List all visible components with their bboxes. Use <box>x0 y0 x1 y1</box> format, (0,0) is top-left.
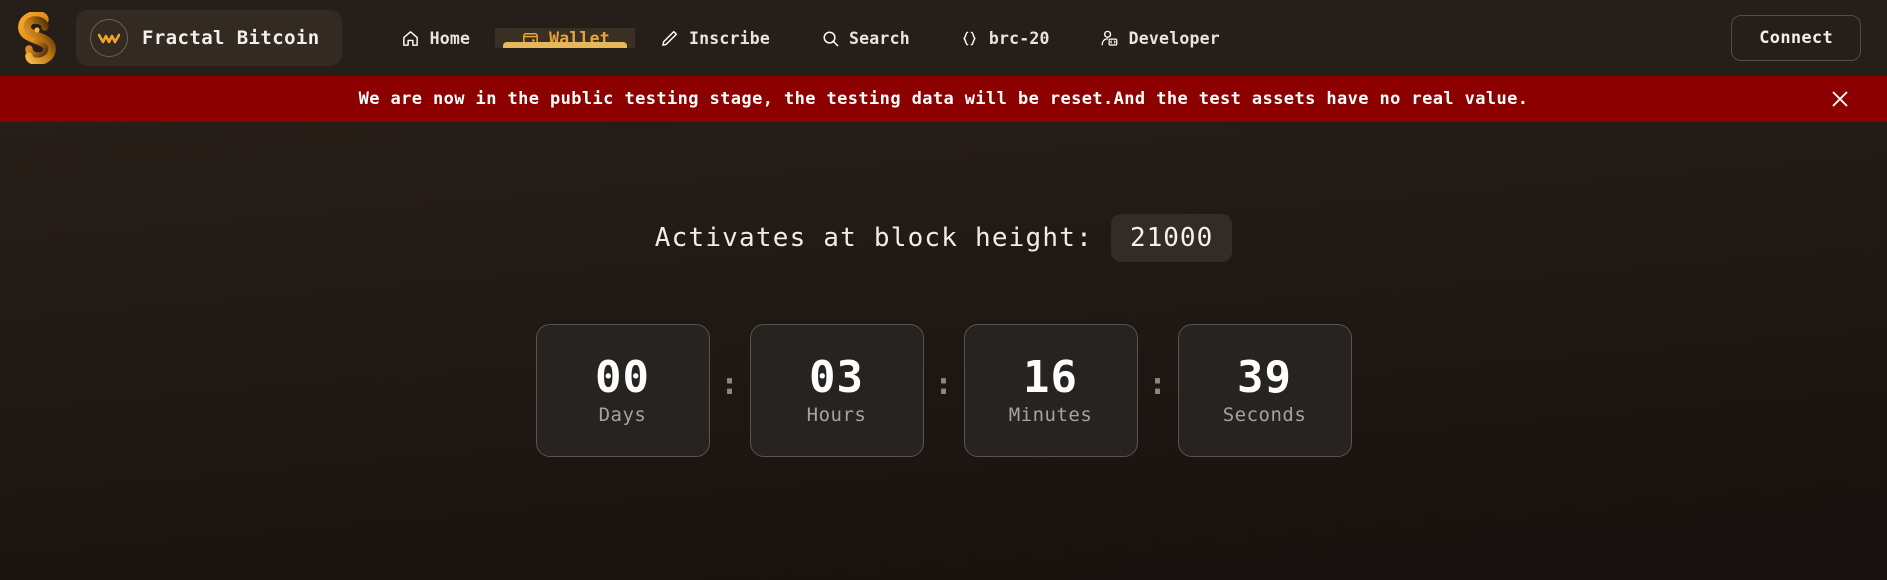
fractal-coin-icon <box>90 19 128 57</box>
countdown-separator: : <box>720 366 739 402</box>
countdown-unit-minutes: 16 Minutes <box>963 324 1138 457</box>
wallet-icon <box>520 28 540 48</box>
nav-item-brc20[interactable]: brc-20 <box>935 28 1075 48</box>
countdown-unit-days: 00 Days <box>535 324 710 457</box>
countdown-seconds-value: 39 <box>1237 351 1292 403</box>
developer-icon <box>1100 28 1120 48</box>
nav-item-search-label: Search <box>849 28 910 48</box>
activation-label: Activates at block height: <box>654 223 1093 253</box>
nav-item-inscribe[interactable]: Inscribe <box>635 28 795 48</box>
countdown-days-label: Days <box>598 403 647 426</box>
brand-chip[interactable]: Fractal Bitcoin <box>76 10 342 66</box>
app-root: Fractal Bitcoin Home Wallet Inscribe Sea… <box>0 0 1887 580</box>
countdown-separator: : <box>934 366 953 402</box>
nav-item-inscribe-label: Inscribe <box>688 28 771 48</box>
connect-wallet-button[interactable]: Connect <box>1731 15 1861 61</box>
nav-item-search[interactable]: Search <box>795 28 935 48</box>
top-navigation-bar: Fractal Bitcoin Home Wallet Inscribe Sea… <box>0 0 1887 76</box>
nav-menu: Home Wallet Inscribe Search brc-20 Devel… <box>376 28 1245 48</box>
braces-icon <box>960 28 980 48</box>
nav-item-home-label: Home <box>429 28 471 48</box>
countdown-unit-seconds: 39 Seconds <box>1177 324 1352 457</box>
main-content: Activates at block height: 21000 00 Days… <box>0 122 1887 580</box>
brand-name-label: Fractal Bitcoin <box>142 27 320 49</box>
countdown-separator: : <box>1148 366 1167 402</box>
countdown-minutes-value: 16 <box>1023 351 1078 403</box>
countdown-hours-value: 03 <box>809 351 864 403</box>
countdown-seconds-label: Seconds <box>1222 403 1307 426</box>
fractal-ouroboros-logo-icon[interactable] <box>10 8 64 68</box>
countdown-unit-hours: 03 Hours <box>749 324 924 457</box>
nav-item-developer-label: Developer <box>1128 28 1220 48</box>
countdown-hours-label: Hours <box>806 403 867 426</box>
home-icon <box>401 28 421 48</box>
nav-item-developer[interactable]: Developer <box>1075 28 1245 48</box>
countdown-timer: 00 Days : 03 Hours : 16 Minutes : 39 Sec… <box>535 324 1352 457</box>
search-icon <box>820 28 840 48</box>
banner-message: We are now in the public testing stage, … <box>358 89 1529 109</box>
nav-left-group: Fractal Bitcoin Home Wallet Inscribe Sea… <box>10 0 1245 76</box>
nav-item-home[interactable]: Home <box>376 28 496 48</box>
close-icon[interactable] <box>1827 86 1853 112</box>
nav-item-brc20-label: brc-20 <box>988 28 1050 48</box>
pencil-icon <box>660 28 680 48</box>
testnet-warning-banner: We are now in the public testing stage, … <box>0 76 1887 122</box>
nav-item-wallet[interactable]: Wallet <box>495 28 635 48</box>
countdown-minutes-label: Minutes <box>1008 403 1093 426</box>
countdown-days-value: 00 <box>595 351 650 403</box>
block-height-badge: 21000 <box>1110 214 1233 262</box>
nav-item-wallet-label: Wallet <box>549 28 610 48</box>
nav-right-group: Connect <box>1731 0 1861 76</box>
activation-row: Activates at block height: 21000 <box>654 214 1233 262</box>
